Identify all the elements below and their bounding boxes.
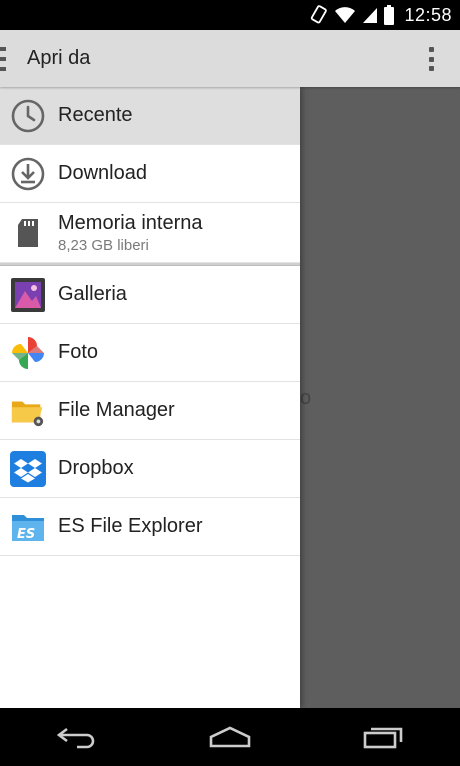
drawer-item-foto[interactable]: Foto — [0, 324, 300, 382]
home-icon[interactable] — [200, 717, 260, 757]
page-title: Apri da — [27, 47, 91, 69]
drawer-item-dropbox[interactable]: Dropbox — [0, 440, 300, 498]
folder-gear-icon — [10, 393, 46, 429]
drawer-item-es-file-explorer[interactable]: ES ES File Explorer — [0, 498, 300, 556]
sd-card-icon — [10, 215, 46, 251]
dropbox-icon — [10, 450, 46, 487]
drawer-scrim[interactable]: o — [300, 87, 460, 708]
hamburger-icon[interactable] — [0, 46, 6, 71]
svg-text:ES: ES — [17, 527, 35, 542]
apps-list: Galleria Foto File Manager Dropbox ES ES… — [0, 266, 300, 556]
drawer-item-file-manager[interactable]: File Manager — [0, 382, 300, 440]
drawer-item-download[interactable]: Download — [0, 145, 300, 203]
drawer-item-galleria[interactable]: Galleria — [0, 266, 300, 324]
photos-pinwheel-icon — [10, 335, 46, 371]
drawer-item-memoria-interna[interactable]: Memoria interna 8,23 GB liberi — [0, 203, 300, 263]
drawer-item-label: Galleria — [58, 283, 127, 305]
system-navigation-bar — [0, 708, 460, 766]
roots-list: Recente Download Memoria interna 8,23 GB… — [0, 87, 300, 263]
gallery-icon — [10, 277, 46, 313]
drawer-item-label: Dropbox — [58, 457, 134, 479]
drawer-item-label: Memoria interna — [58, 211, 203, 234]
es-file-explorer-icon: ES — [10, 509, 46, 545]
drawer-item-label: File Manager — [58, 399, 175, 421]
battery-icon — [384, 5, 395, 25]
drawer-item-label: ES File Explorer — [58, 515, 203, 537]
free-space-label: 8,23 GB liberi — [58, 236, 149, 254]
background-text: o — [300, 387, 312, 409]
rotate-icon — [310, 5, 328, 25]
navigation-drawer: Recente Download Memoria interna 8,23 GB… — [0, 87, 300, 708]
clock-icon — [10, 98, 46, 134]
status-time: 12:58 — [404, 4, 452, 25]
download-icon — [10, 156, 46, 192]
back-icon[interactable] — [47, 717, 107, 757]
wifi-icon — [334, 6, 356, 24]
drawer-item-label: Recente — [58, 104, 133, 126]
signal-icon — [362, 6, 378, 24]
drawer-item-label: Download — [58, 162, 147, 184]
action-bar: Apri da — [0, 30, 460, 87]
drawer-item-label: Foto — [58, 341, 99, 363]
recents-icon[interactable] — [353, 717, 413, 757]
overflow-menu-icon[interactable] — [428, 47, 434, 71]
status-bar: 12:58 — [0, 0, 460, 30]
drawer-item-recente[interactable]: Recente — [0, 87, 300, 145]
